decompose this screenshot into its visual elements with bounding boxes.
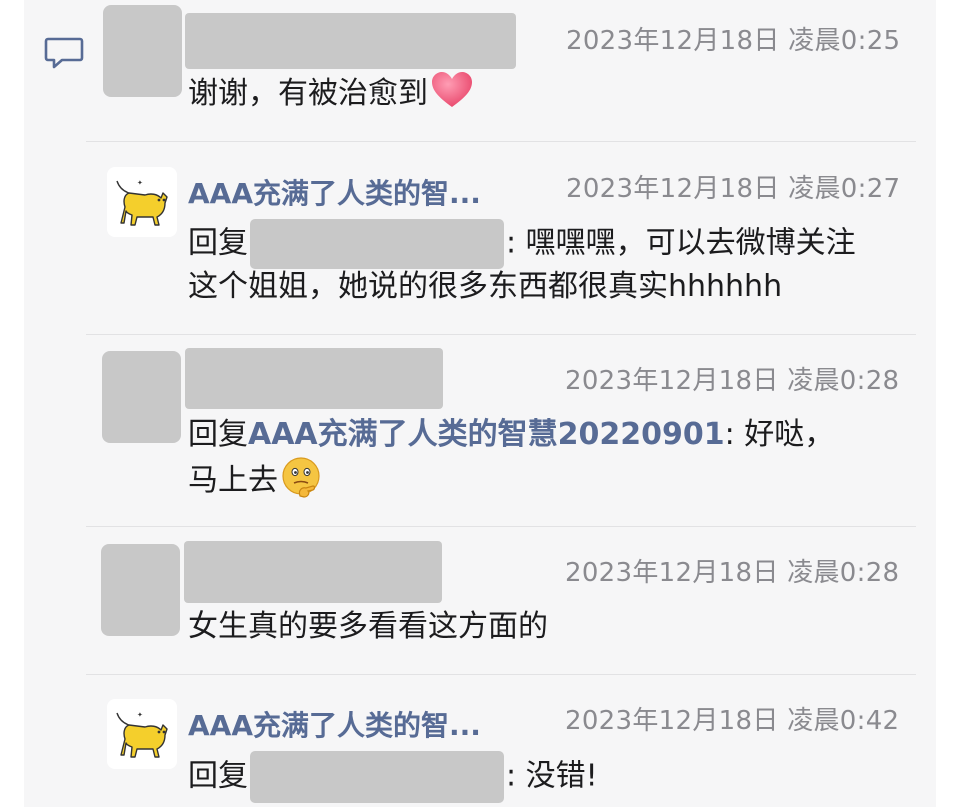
username-redacted[interactable] bbox=[185, 13, 516, 69]
comment-text-content: : 没错! bbox=[506, 758, 598, 794]
avatar-redacted[interactable] bbox=[102, 351, 181, 443]
comment-text-content: 谢谢，有被治愈到 bbox=[188, 76, 428, 111]
comment-text: 谢谢，有被治愈到 bbox=[188, 70, 474, 123]
comment-text-line2: 马上去 bbox=[188, 456, 322, 512]
comment-timestamp: 2023年12月18日 凌晨0:27 bbox=[566, 174, 901, 204]
svg-text:✦: ✦ bbox=[137, 711, 143, 719]
mention-redacted[interactable] bbox=[250, 219, 504, 269]
username-redacted[interactable] bbox=[184, 541, 442, 603]
reply-prefix: 回复 bbox=[188, 225, 248, 261]
mention-link[interactable]: AAA充满了人类的智慧20220901 bbox=[248, 417, 725, 452]
username-redacted[interactable] bbox=[185, 348, 443, 409]
comment-timestamp: 2023年12月18日 凌晨0:42 bbox=[565, 706, 900, 736]
avatar-redacted[interactable] bbox=[103, 5, 182, 97]
reply-prefix: 回复 bbox=[188, 417, 248, 452]
comment-text: 回复AAA充满了人类的智慧20220901: 好哒， bbox=[188, 411, 834, 458]
comment-text-line2: 这个姐姐，她说的很多东西都很真实hhhhhh bbox=[188, 269, 783, 304]
comment-text: 女生真的要多看看这方面的 bbox=[188, 609, 548, 644]
comment-timestamp: 2023年12月18日 凌晨0:28 bbox=[565, 366, 900, 396]
comment-author[interactable]: AAA充满了人类的智... bbox=[188, 172, 481, 212]
yellow-cat-avatar-icon[interactable]: ✦ bbox=[107, 699, 177, 769]
mention-redacted[interactable] bbox=[250, 751, 504, 803]
comment-divider bbox=[86, 334, 916, 335]
comment-timestamp: 2023年12月18日 凌晨0:25 bbox=[566, 26, 901, 56]
svg-text:✦: ✦ bbox=[137, 179, 143, 187]
comment-text: 回复 : 嘿嘿嘿，可以去微博关注 bbox=[188, 219, 856, 269]
heart-emoji-icon bbox=[430, 71, 474, 123]
comment-author[interactable]: AAA充满了人类的智... bbox=[188, 704, 481, 744]
thinking-face-emoji-icon bbox=[280, 456, 322, 512]
comment-divider bbox=[86, 526, 916, 527]
comment-text-content: 马上去 bbox=[188, 463, 278, 498]
reply-prefix: 回复 bbox=[188, 758, 248, 794]
comment-bubble-icon bbox=[44, 36, 84, 70]
comment-text-content: : 好哒， bbox=[724, 417, 835, 452]
comment-timestamp: 2023年12月18日 凌晨0:28 bbox=[565, 558, 900, 588]
comment-text-content: : 嘿嘿嘿，可以去微博关注 bbox=[506, 225, 856, 261]
avatar-redacted[interactable] bbox=[101, 544, 180, 636]
comment-text: 回复 : 没错! bbox=[188, 751, 598, 803]
comment-divider bbox=[86, 674, 916, 675]
yellow-cat-avatar-icon[interactable]: ✦ bbox=[107, 167, 177, 237]
comment-divider bbox=[86, 141, 916, 142]
